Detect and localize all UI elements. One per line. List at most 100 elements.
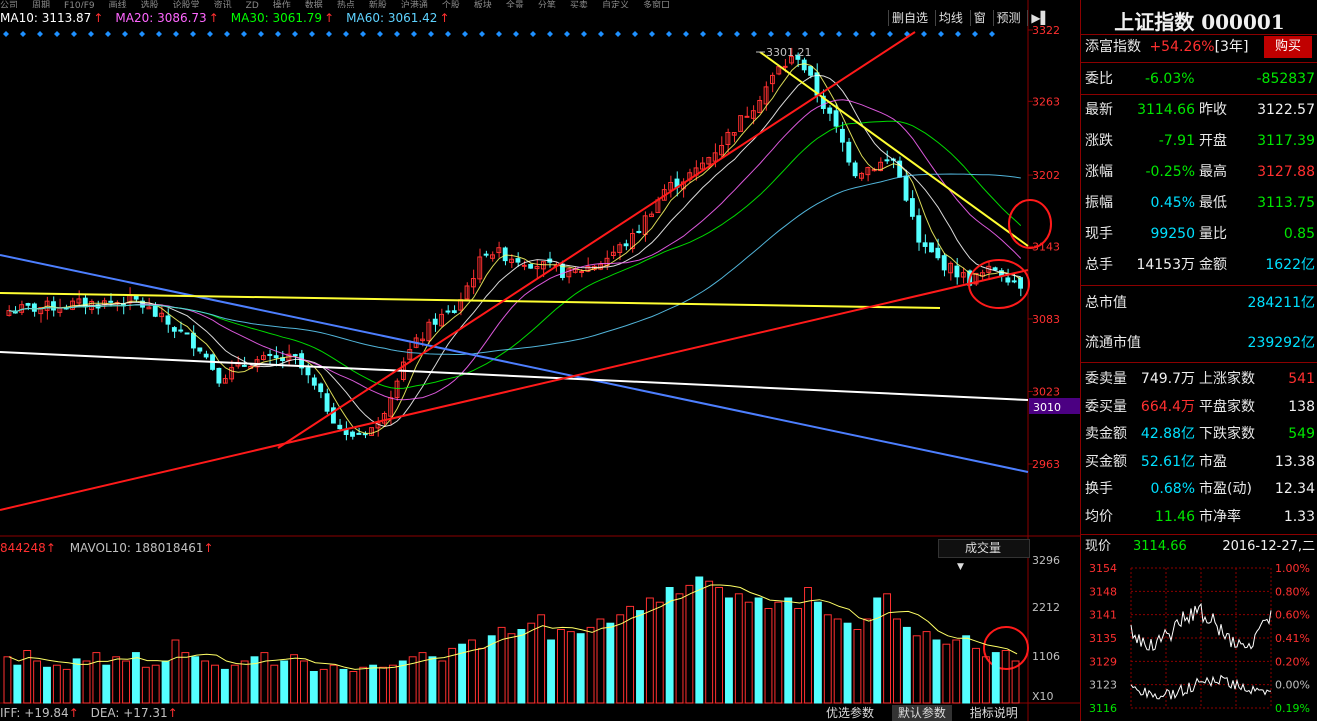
volume-bar[interactable] — [240, 660, 249, 704]
candle[interactable] — [846, 141, 852, 163]
candle[interactable] — [451, 310, 457, 313]
event-marker-icon[interactable] — [258, 31, 264, 37]
event-marker-icon[interactable] — [955, 31, 961, 37]
event-marker-icon[interactable] — [71, 31, 77, 37]
trend-line-blue[interactable] — [0, 254, 1029, 473]
candle[interactable] — [954, 265, 960, 278]
candle[interactable] — [216, 367, 222, 384]
candle[interactable] — [992, 267, 998, 271]
event-marker-icon[interactable] — [513, 31, 519, 37]
volume-bar[interactable] — [804, 587, 812, 704]
event-marker-icon[interactable] — [122, 31, 128, 37]
event-marker-icon[interactable] — [530, 31, 536, 37]
volume-bar[interactable] — [507, 633, 516, 704]
event-marker-icon[interactable] — [326, 31, 332, 37]
candle[interactable] — [171, 327, 177, 332]
candle[interactable] — [929, 242, 934, 253]
volume-bar[interactable] — [952, 639, 961, 704]
volume-bar[interactable] — [616, 614, 625, 704]
volume-bar[interactable] — [181, 652, 190, 704]
volume-bar[interactable] — [586, 626, 595, 704]
event-marker-icon[interactable] — [377, 31, 383, 37]
volume-bar[interactable] — [596, 618, 605, 704]
event-marker-icon[interactable] — [768, 31, 774, 37]
tab-default-params[interactable]: 默认参数 — [891, 705, 952, 721]
candle[interactable] — [350, 431, 355, 437]
volume-bar[interactable] — [300, 660, 308, 704]
candle[interactable] — [623, 243, 629, 247]
volume-bar[interactable] — [527, 622, 536, 704]
event-marker-icon[interactable] — [649, 31, 655, 37]
event-marker-icon[interactable] — [802, 31, 808, 37]
volume-bar[interactable] — [92, 652, 101, 704]
event-marker-icon[interactable] — [547, 31, 553, 37]
event-marker-icon[interactable] — [938, 31, 944, 37]
event-marker-icon[interactable] — [54, 31, 60, 37]
volume-bar[interactable] — [13, 664, 22, 704]
delete-favorite-button[interactable]: 删自选 — [888, 10, 931, 26]
event-marker-icon[interactable] — [836, 31, 842, 37]
event-marker-icon[interactable] — [88, 31, 94, 37]
volume-bar[interactable] — [991, 652, 1000, 704]
candle[interactable] — [827, 107, 833, 114]
tab-indicator-help[interactable]: 指标说明 — [964, 705, 1024, 721]
event-marker-icon[interactable] — [972, 31, 978, 37]
event-marker-icon[interactable] — [683, 31, 689, 37]
candle[interactable] — [152, 305, 158, 317]
candle[interactable] — [782, 65, 788, 68]
event-marker-icon[interactable] — [479, 31, 485, 37]
event-marker-icon[interactable] — [360, 31, 366, 37]
volume-bar[interactable] — [774, 601, 783, 704]
volume-bar[interactable] — [52, 664, 61, 704]
volume-bar[interactable] — [922, 631, 931, 704]
event-marker-icon[interactable] — [173, 31, 179, 37]
volume-bar[interactable] — [122, 660, 130, 704]
volume-bar[interactable] — [43, 666, 51, 704]
volume-bar[interactable] — [151, 664, 160, 704]
candle[interactable] — [922, 242, 928, 247]
event-marker-icon[interactable] — [3, 31, 9, 37]
volume-bar[interactable] — [636, 610, 644, 704]
candle[interactable] — [833, 110, 839, 127]
volume-bar[interactable] — [339, 668, 348, 704]
volume-bar[interactable] — [853, 629, 862, 704]
event-marker-icon[interactable] — [309, 31, 315, 37]
volume-bar[interactable] — [1001, 650, 1010, 704]
volume-bar[interactable] — [942, 643, 951, 704]
event-marker-icon[interactable] — [411, 31, 417, 37]
volume-bar[interactable] — [981, 656, 990, 704]
volume-bar[interactable] — [645, 597, 654, 704]
candle[interactable] — [324, 393, 330, 412]
candle[interactable] — [528, 263, 534, 269]
volume-bar[interactable] — [141, 666, 150, 704]
volume-bar[interactable] — [784, 597, 793, 704]
volume-bar[interactable] — [191, 656, 200, 704]
volume-bar[interactable] — [319, 668, 328, 704]
volume-bar[interactable] — [556, 629, 565, 704]
volume-bar[interactable] — [112, 656, 121, 704]
event-marker-icon[interactable] — [615, 31, 621, 37]
tab-optimized-params[interactable]: 优选参数 — [820, 705, 880, 721]
candle[interactable] — [521, 264, 527, 267]
volume-bar[interactable] — [606, 622, 615, 704]
candle[interactable] — [432, 318, 438, 325]
indicator-select[interactable]: 成交量 ▼ — [938, 539, 1030, 572]
volume-bar[interactable] — [695, 576, 704, 704]
event-marker-icon[interactable] — [139, 31, 145, 37]
ma-line-button[interactable]: 均线 — [934, 10, 966, 26]
candle[interactable] — [801, 59, 807, 71]
volume-bar[interactable] — [566, 631, 575, 704]
volume-bar[interactable] — [972, 647, 980, 704]
volume-bar[interactable] — [329, 664, 338, 704]
volume-bar[interactable] — [359, 666, 368, 704]
event-marker-icon[interactable] — [190, 31, 196, 37]
candle[interactable] — [184, 332, 190, 335]
volume-bar[interactable] — [220, 668, 229, 704]
volume-bar[interactable] — [379, 666, 387, 704]
volume-bar[interactable] — [823, 614, 832, 704]
volume-bar[interactable] — [893, 618, 901, 704]
event-marker-icon[interactable] — [581, 31, 587, 37]
event-marker-icon[interactable] — [156, 31, 162, 37]
event-marker-icon[interactable] — [20, 31, 26, 37]
candle[interactable] — [916, 215, 922, 243]
